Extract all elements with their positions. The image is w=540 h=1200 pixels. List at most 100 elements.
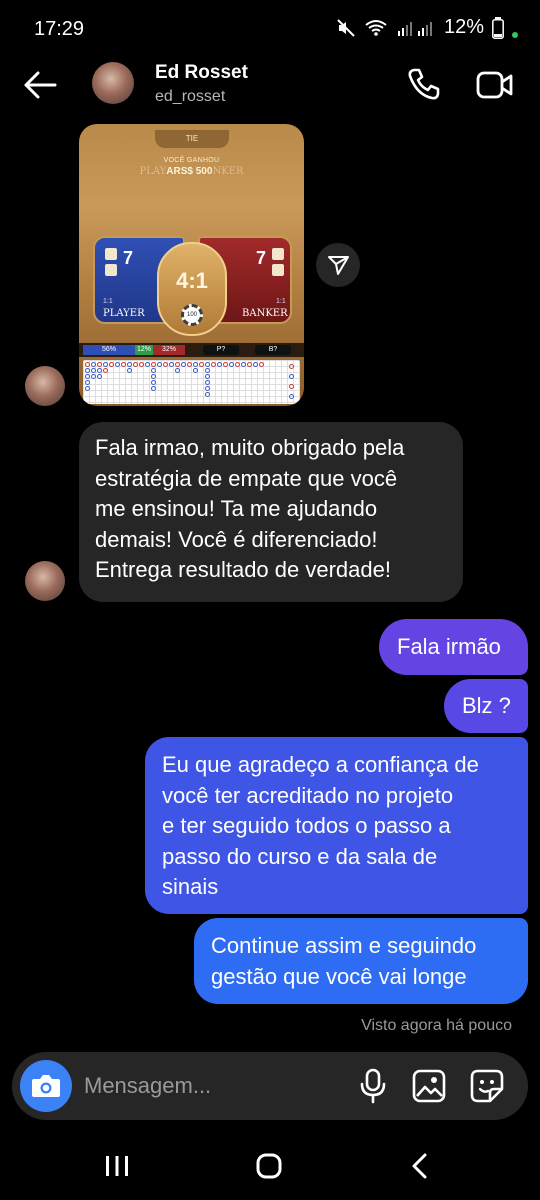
road-dot [235, 362, 240, 367]
road-dot [205, 374, 210, 379]
road-dot [247, 362, 252, 367]
contact-username[interactable]: ed_rosset [155, 88, 225, 106]
road-dot [121, 362, 126, 367]
banker-score: 7 [256, 248, 267, 268]
road-dot [85, 380, 90, 385]
shared-image[interactable]: TIE VOCÊ GANHOU PLAYARS$ 500NKER 7 1:1 P… [79, 124, 304, 406]
camera-icon [32, 1075, 60, 1097]
game-roadmap [83, 360, 300, 404]
game-stats-bar: 56% 12% 32% P? B? [79, 343, 304, 357]
message-composer [12, 1052, 528, 1120]
road-dot [289, 394, 294, 399]
system-back-button[interactable] [408, 1152, 432, 1180]
road-dot [169, 362, 174, 367]
camera-button[interactable] [20, 1060, 72, 1112]
road-dot [139, 362, 144, 367]
road-dot [199, 362, 204, 367]
road-dot [175, 362, 180, 367]
road-dot [289, 374, 294, 379]
road-dot [241, 362, 246, 367]
phone-icon [408, 68, 440, 100]
road-dot [211, 362, 216, 367]
tie-ratio: 4:1 [176, 268, 208, 293]
road-dot [103, 362, 108, 367]
mic-button[interactable] [358, 1068, 388, 1104]
road-dot [85, 362, 90, 367]
message-input[interactable] [84, 1072, 334, 1100]
back-button[interactable] [22, 68, 58, 102]
road-dot [193, 368, 198, 373]
game-bg-right-text: NKER [212, 166, 244, 177]
road-dot [205, 392, 210, 397]
player-label: PLAYER [103, 308, 145, 319]
call-button[interactable] [406, 66, 442, 102]
road-dot [217, 362, 222, 367]
status-bar: 17:29 12% [0, 0, 540, 60]
signal-icon [397, 21, 432, 36]
chip-icon: 100 [181, 304, 203, 326]
status-time: 17:29 [34, 18, 85, 40]
privacy-dot [512, 31, 518, 38]
share-icon [328, 256, 349, 275]
gallery-icon [412, 1069, 446, 1103]
game-amount-row: PLAYARS$ 500NKER [79, 166, 304, 177]
system-nav-bar [0, 1130, 540, 1200]
gallery-button[interactable] [412, 1069, 446, 1103]
chat-header: Ed Rosset ed_rosset [0, 60, 540, 110]
game-amount: ARS$ 500 [166, 166, 213, 177]
sender-avatar[interactable] [25, 561, 65, 601]
contact-name[interactable]: Ed Rosset [155, 62, 248, 84]
road-dot [97, 374, 102, 379]
road-dot [163, 362, 168, 367]
stat-b-prediction: B? [255, 345, 291, 355]
game-bg-left-text: PLAY [139, 166, 167, 177]
road-dot [85, 368, 90, 373]
dice-icon [272, 264, 284, 276]
road-dot [193, 362, 198, 367]
recent-apps-icon [106, 1156, 128, 1176]
road-dot [97, 362, 102, 367]
stat-tie: 12% [135, 345, 153, 355]
road-dot [145, 362, 150, 367]
stat-p-prediction: P? [203, 345, 239, 355]
road-dot [91, 362, 96, 367]
road-dot [205, 386, 210, 391]
incoming-message[interactable]: Fala irmao, muito obrigado pela estratég… [79, 422, 463, 602]
road-dot [151, 368, 156, 373]
road-dot [151, 380, 156, 385]
outgoing-message[interactable]: Fala irmão [379, 619, 528, 675]
road-dot [205, 362, 210, 367]
road-dot [115, 362, 120, 367]
outgoing-message[interactable]: Continue assim e seguindo gestão que voc… [194, 918, 528, 1004]
avatar[interactable] [92, 62, 134, 104]
road-dot [175, 368, 180, 373]
road-dot [151, 386, 156, 391]
player-ratio: 1:1 [103, 298, 113, 305]
road-dot [133, 362, 138, 367]
sticker-button[interactable] [470, 1069, 504, 1103]
road-dot [187, 362, 192, 367]
chevron-left-icon [412, 1153, 427, 1179]
battery-icon [492, 16, 504, 39]
road-dot [91, 368, 96, 373]
dice-icon [105, 248, 117, 260]
road-dot [223, 362, 228, 367]
road-dot [253, 362, 258, 367]
seen-status: Visto agora há pouco [361, 1017, 512, 1034]
road-dot [85, 386, 90, 391]
sender-avatar[interactable] [25, 366, 65, 406]
road-dot [127, 362, 132, 367]
video-call-button[interactable] [476, 68, 514, 102]
outgoing-message[interactable]: Blz ? [444, 679, 528, 733]
home-button[interactable] [255, 1152, 283, 1180]
outgoing-message[interactable]: Eu que agradeço a confiança de você ter … [145, 737, 528, 914]
road-dot [127, 368, 132, 373]
sticker-icon [470, 1069, 504, 1103]
battery-text: 12% [443, 16, 484, 38]
road-dot [229, 362, 234, 367]
recent-apps-button[interactable] [104, 1154, 130, 1178]
road-dot [205, 380, 210, 385]
share-button[interactable] [316, 243, 360, 287]
game-won-text: VOCÊ GANHOU [163, 157, 220, 164]
road-dot [151, 362, 156, 367]
